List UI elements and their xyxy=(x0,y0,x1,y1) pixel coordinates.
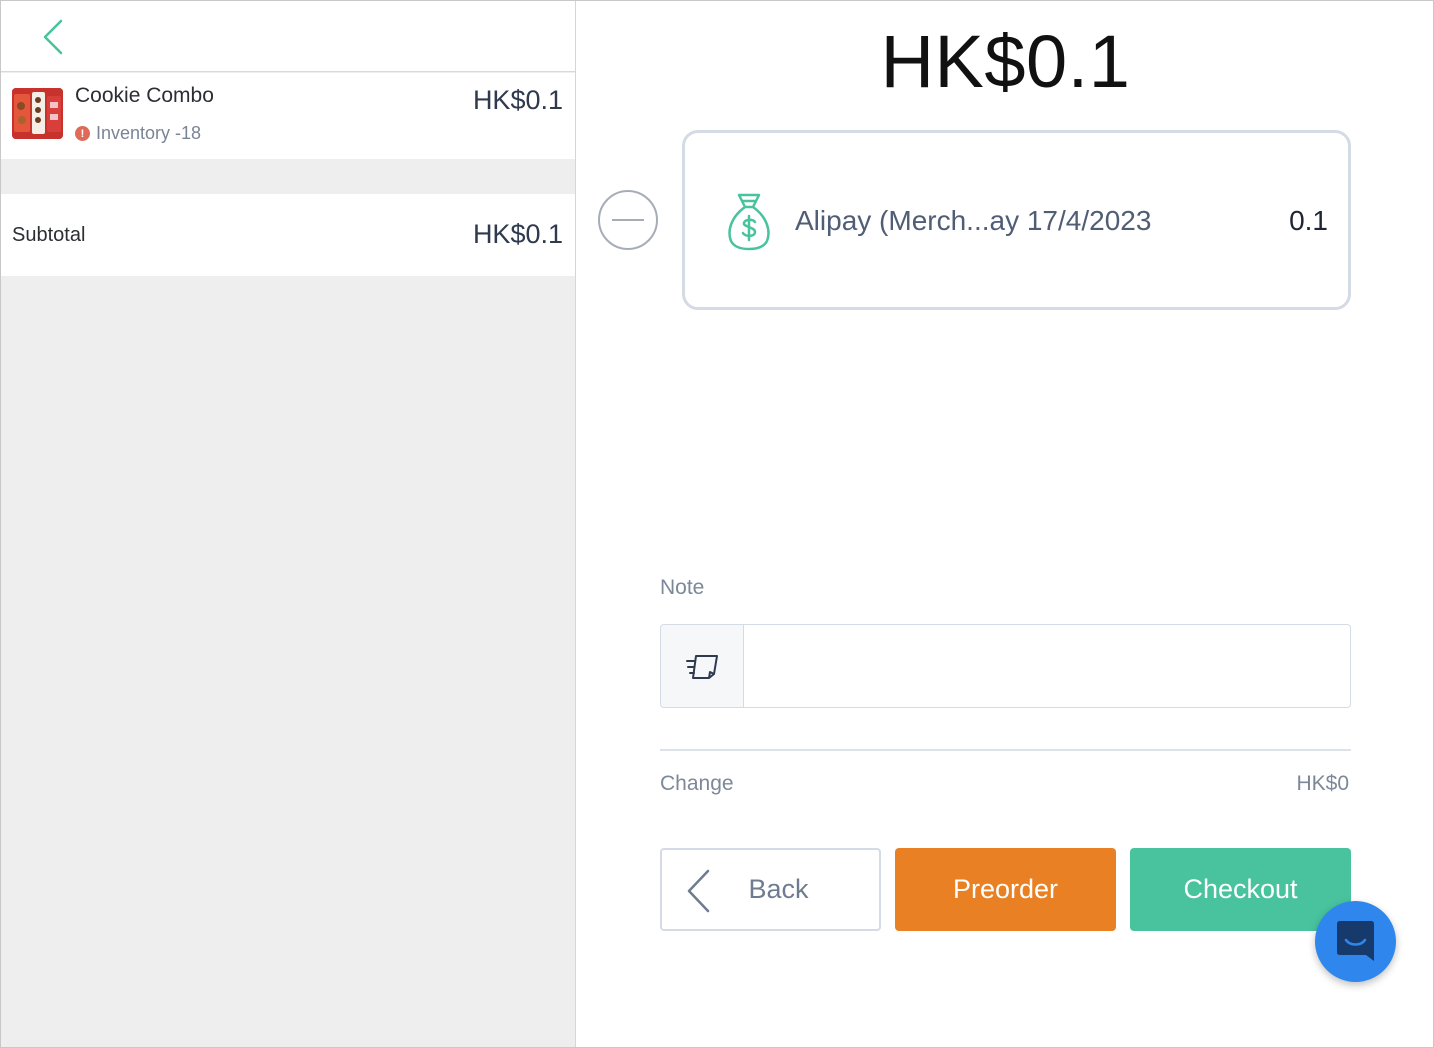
back-chevron-icon[interactable] xyxy=(37,17,73,57)
product-thumbnail xyxy=(12,88,63,139)
subtotal-value: HK$0.1 xyxy=(472,219,563,249)
remove-payment-button[interactable] xyxy=(598,190,658,250)
preorder-button-label: Preorder xyxy=(952,874,1059,904)
total-amount: HK$0.1 xyxy=(880,20,1131,103)
divider xyxy=(660,749,1351,751)
note-icon xyxy=(686,655,718,679)
subtotal-label: Subtotal xyxy=(12,224,86,246)
note-icon-box xyxy=(660,624,744,708)
payment-method-name: Alipay (Merch...ay 17/4/2023 xyxy=(795,205,1152,236)
subtotal-row: Subtotal HK$0.1 xyxy=(1,194,575,276)
checkout-button-label: Checkout xyxy=(1183,874,1298,904)
back-button[interactable]: Back xyxy=(660,848,881,931)
order-panel-header xyxy=(1,1,575,72)
warning-icon: ! xyxy=(75,126,90,141)
order-item-row[interactable]: Cookie Combo ! Inventory -18 HK$0.1 xyxy=(1,73,575,159)
payment-amount: 0.1 xyxy=(1289,205,1328,236)
note-input[interactable] xyxy=(744,624,1351,708)
change-label: Change xyxy=(660,772,734,795)
chat-icon xyxy=(1337,921,1374,961)
inventory-text: Inventory -18 xyxy=(96,123,202,143)
note-label: Note xyxy=(660,576,705,599)
change-value: HK$0 xyxy=(1296,772,1349,795)
back-button-label: Back xyxy=(748,874,809,904)
checkout-button[interactable]: Checkout xyxy=(1130,848,1351,931)
chat-support-button[interactable] xyxy=(1315,901,1396,982)
money-bag-icon xyxy=(728,193,770,251)
chevron-left-icon xyxy=(687,869,710,913)
inventory-status: ! Inventory -18 xyxy=(75,123,201,144)
payment-method-card[interactable]: Alipay (Merch...ay 17/4/2023 0.1 xyxy=(682,130,1351,310)
app-window: Cookie Combo ! Inventory -18 HK$0.1 Subt… xyxy=(0,0,1434,1048)
item-name: Cookie Combo xyxy=(75,84,214,107)
order-panel: Cookie Combo ! Inventory -18 HK$0.1 Subt… xyxy=(1,1,576,1047)
preorder-button[interactable]: Preorder xyxy=(895,848,1116,931)
item-price: HK$0.1 xyxy=(472,85,563,115)
